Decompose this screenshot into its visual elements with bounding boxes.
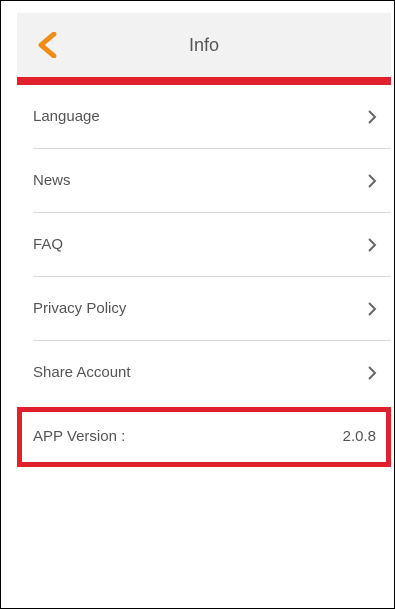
menu-item-faq[interactable]: FAQ [17,213,391,277]
menu-item-label: Share Account [33,364,131,381]
menu-item-share-account[interactable]: Share Account [17,341,391,405]
app-version-value: 2.0.8 [342,428,376,445]
header: Info [17,13,391,77]
info-menu: Language News FAQ Privacy Policy Share A… [17,85,391,405]
menu-item-label: Language [33,108,100,125]
header-accent-bar [17,77,391,85]
chevron-right-icon [368,174,377,188]
chevron-right-icon [368,238,377,252]
chevron-right-icon [368,366,377,380]
chevron-right-icon [368,110,377,124]
chevron-right-icon [368,302,377,316]
page-title: Info [188,35,220,55]
menu-item-language[interactable]: Language [17,85,391,149]
menu-item-label: FAQ [33,236,64,253]
menu-item-privacy-policy[interactable]: Privacy Policy [17,277,391,341]
app-version-row: APP Version : 2.0.8 [17,407,391,467]
menu-item-label: Privacy Policy [33,300,127,317]
app-screen: Info Language News FAQ Privacy Policy Sh… [0,0,395,609]
menu-item-label: News [33,172,71,189]
menu-item-news[interactable]: News [17,149,391,213]
app-version-label: APP Version : [33,428,126,445]
